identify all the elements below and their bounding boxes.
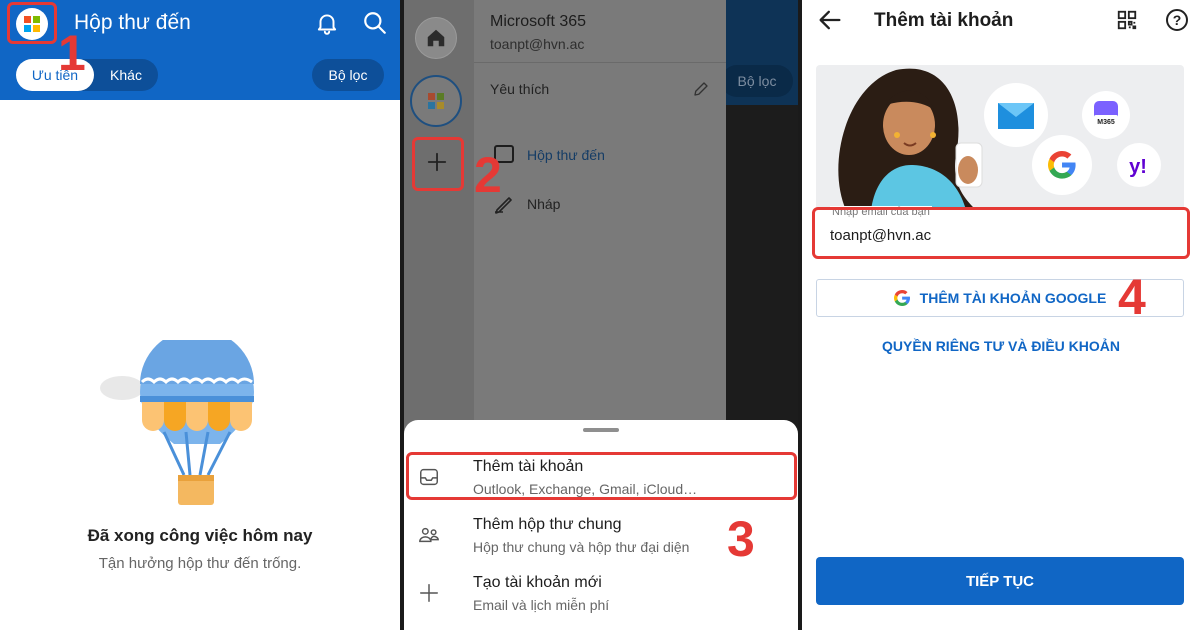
step-1-number: 1 [58, 25, 86, 81]
dimmed-filter-button: Bộ lọc [721, 65, 793, 97]
microsoft-account-button[interactable] [410, 75, 462, 127]
sheet-item-subtitle: Hộp thư chung và hộp thư đại diện [473, 539, 690, 555]
google-logo-icon [893, 290, 910, 306]
help-icon[interactable]: ? [1166, 9, 1188, 31]
page-title: Hộp thư đến [74, 11, 191, 34]
step-4-number: 4 [1118, 269, 1146, 325]
empty-state-subtitle: Tận hưởng hộp thư đến trống. [98, 555, 302, 572]
account-name: Microsoft 365 [490, 13, 587, 30]
search-icon[interactable] [362, 10, 388, 36]
sheet-drag-handle[interactable] [583, 428, 619, 432]
back-arrow-icon[interactable] [816, 6, 844, 34]
account-drawer-screen: Bộ lọc Microsoft 365 toanpt@hvn.ac Yêu t… [404, 0, 798, 630]
empty-state-title: Đã xong công việc hôm nay [87, 526, 313, 545]
divider [474, 62, 726, 63]
privacy-terms-link[interactable]: QUYỀN RIÊNG TƯ VÀ ĐIỀU KHOẢN [802, 338, 1200, 354]
step-1-highlight [7, 2, 57, 44]
bell-icon[interactable] [314, 10, 340, 36]
people-icon [419, 527, 439, 543]
m365-badge: M365 [1097, 119, 1115, 126]
sheet-item-title: Tạo tài khoản mới [473, 574, 602, 591]
edit-pencil-icon[interactable] [692, 80, 710, 98]
step-2-number: 2 [474, 147, 502, 203]
step-3-number: 3 [727, 511, 755, 567]
sheet-item-create-account[interactable]: Tạo tài khoản mới Email và lịch miễn phí [404, 568, 798, 624]
step-3-highlight [406, 452, 797, 500]
home-button[interactable] [415, 17, 457, 59]
hot-air-balloon-illustration [100, 340, 254, 505]
tab-other[interactable]: Khác [96, 59, 156, 91]
hero-illustration: M365 y! [816, 65, 1184, 210]
home-icon [427, 29, 445, 47]
svg-text:y!: y! [1129, 156, 1147, 178]
page-title: Thêm tài khoản [874, 10, 1014, 31]
folder-inbox[interactable]: Hộp thư đến [527, 147, 605, 163]
filter-button[interactable]: Bộ lọc [312, 59, 384, 91]
inbox-screen: Hộp thư đến Ưu tiên Khác Bộ lọc Đã xong … [0, 0, 400, 630]
plus-icon [420, 584, 438, 602]
add-account-screen: Thêm tài khoản ? M365 y! Nhập email của … [802, 0, 1200, 630]
step-2-highlight [412, 137, 464, 191]
sheet-item-title: Thêm hộp thư chung [473, 516, 622, 533]
microsoft-logo-icon [428, 93, 444, 109]
woman-with-phone-illustration: M365 y! [838, 68, 1161, 210]
add-google-account-label: THÊM TÀI KHOẢN GOOGLE [919, 290, 1107, 306]
account-email: toanpt@hvn.ac [490, 36, 585, 52]
favorites-label: Yêu thích [490, 81, 550, 97]
step-4-highlight [812, 207, 1190, 259]
folder-drafts[interactable]: Nháp [527, 196, 560, 212]
sheet-item-subtitle: Email và lịch miễn phí [473, 597, 610, 613]
qr-code-icon[interactable] [1116, 9, 1138, 31]
continue-button[interactable]: TIẾP TỤC [816, 557, 1184, 605]
